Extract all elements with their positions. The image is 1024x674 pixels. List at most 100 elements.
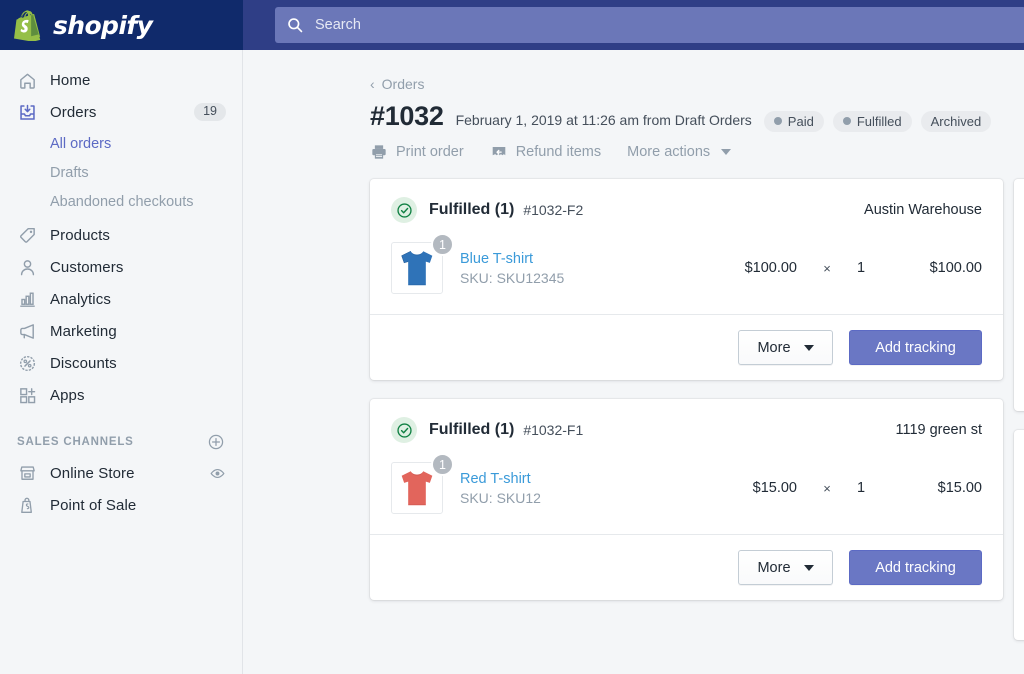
person-icon xyxy=(17,257,37,277)
secondary-column xyxy=(1014,179,1024,659)
percent-badge-icon xyxy=(17,353,37,373)
sidebar-item-abandoned-checkouts[interactable]: Abandoned checkouts xyxy=(0,187,242,216)
search-input[interactable]: Search xyxy=(275,7,1024,43)
chevron-down-icon xyxy=(804,565,814,571)
add-tracking-button[interactable]: Add tracking xyxy=(849,330,982,365)
sidebar-item-marketing[interactable]: Marketing xyxy=(0,315,242,347)
fulfillment-status: Fulfilled (1) xyxy=(429,421,514,439)
breadcrumb-label: Orders xyxy=(382,76,425,92)
brand-logo-area[interactable]: shopify xyxy=(0,0,243,50)
sidebar-item-analytics[interactable]: Analytics xyxy=(0,283,242,315)
add-tracking-button[interactable]: Add tracking xyxy=(849,550,982,585)
fulfillment-header: Fulfilled (1) #1032-F1 1119 green st xyxy=(370,399,1003,456)
more-button-label: More xyxy=(757,340,790,356)
product-name-link[interactable]: Blue T-shirt xyxy=(460,251,702,267)
printer-icon xyxy=(370,143,388,161)
eye-icon[interactable] xyxy=(208,464,226,482)
status-badge-fulfilled: Fulfilled xyxy=(833,111,912,132)
fulfillment-location: 1119 green st xyxy=(895,422,982,438)
apps-grid-icon xyxy=(17,385,37,405)
secondary-card xyxy=(1014,179,1024,411)
line-item: 1 Red T-shirt SKU: SKU12 $15.00 × 1 $15.… xyxy=(370,456,1003,534)
sidebar: Home Orders 19 All orders Drafts Abandon… xyxy=(0,50,243,674)
more-button[interactable]: More xyxy=(738,550,833,585)
unit-price: $100.00 xyxy=(719,260,797,276)
shopify-admin-window: shopify Search Home xyxy=(0,0,1024,674)
storefront-icon xyxy=(17,463,37,483)
megaphone-icon xyxy=(17,321,37,341)
multiply-symbol: × xyxy=(814,481,840,496)
chevron-down-icon xyxy=(721,149,731,155)
home-icon xyxy=(17,70,37,90)
product-sku: SKU: SKU12 xyxy=(460,490,702,506)
sidebar-item-online-store[interactable]: Online Store xyxy=(0,457,242,489)
sales-channels-section-header: SALES CHANNELS xyxy=(0,427,242,457)
fulfillment-footer: More Add tracking xyxy=(370,314,1003,380)
orders-subnav: All orders Drafts Abandoned checkouts xyxy=(0,128,242,219)
sidebar-item-products[interactable]: Products xyxy=(0,219,242,251)
line-item-quantity: 1 xyxy=(857,480,879,496)
status-dot-icon xyxy=(774,117,782,125)
fulfillment-id: #1032-F2 xyxy=(523,202,583,218)
search-placeholder: Search xyxy=(315,17,361,33)
app-body: Home Orders 19 All orders Drafts Abandon… xyxy=(0,50,1024,674)
pos-bag-icon xyxy=(17,495,37,515)
shopify-bag-icon xyxy=(14,10,44,41)
sidebar-item-apps[interactable]: Apps xyxy=(0,379,242,411)
more-button-label: More xyxy=(757,560,790,576)
plus-circle-icon[interactable] xyxy=(207,433,225,451)
product-thumbnail-wrap: 1 xyxy=(391,242,443,294)
sales-channels-title: SALES CHANNELS xyxy=(17,436,207,448)
line-item-quantity: 1 xyxy=(857,260,879,276)
sidebar-item-label: Discounts xyxy=(50,355,226,372)
sidebar-item-orders[interactable]: Orders 19 xyxy=(0,96,242,128)
quantity-badge: 1 xyxy=(431,233,454,256)
line-item-total: $100.00 xyxy=(896,260,982,276)
sidebar-item-label: Home xyxy=(50,72,226,89)
check-circle-icon xyxy=(391,197,417,223)
sidebar-item-home[interactable]: Home xyxy=(0,64,242,96)
line-item: 1 Blue T-shirt SKU: SKU12345 $100.00 × 1… xyxy=(370,236,1003,314)
sidebar-item-all-orders[interactable]: All orders xyxy=(0,129,242,158)
chevron-down-icon xyxy=(804,345,814,351)
search-icon xyxy=(287,17,304,34)
top-bar-right: Search xyxy=(243,0,1024,50)
order-meta: February 1, 2019 at 11:26 am from Draft … xyxy=(456,112,752,128)
more-actions-button[interactable]: More actions xyxy=(627,144,731,160)
sidebar-item-discounts[interactable]: Discounts xyxy=(0,347,242,379)
sidebar-item-customers[interactable]: Customers xyxy=(0,251,242,283)
add-tracking-label: Add tracking xyxy=(875,560,956,576)
print-order-button[interactable]: Print order xyxy=(370,143,464,161)
order-actions-row: Print order Refund items More actions xyxy=(370,143,1024,161)
bar-chart-icon xyxy=(17,289,37,309)
fulfillment-status: Fulfilled (1) xyxy=(429,201,514,219)
print-order-label: Print order xyxy=(396,144,464,160)
fulfillments-column: Fulfilled (1) #1032-F2 Austin Warehouse xyxy=(370,179,1003,619)
add-tracking-label: Add tracking xyxy=(875,340,956,356)
status-badge-archived: Archived xyxy=(921,111,992,132)
orders-inbox-icon xyxy=(17,102,37,122)
status-badge-label: Paid xyxy=(788,114,814,129)
status-badge-label: Archived xyxy=(931,114,982,129)
breadcrumb[interactable]: ‹ Orders xyxy=(370,76,424,92)
product-sku: SKU: SKU12345 xyxy=(460,270,702,286)
refund-items-button[interactable]: Refund items xyxy=(490,143,601,161)
sidebar-item-label: Customers xyxy=(50,259,226,276)
sidebar-item-label: Products xyxy=(50,227,226,244)
check-circle-icon xyxy=(391,417,417,443)
order-status-badges: Paid Fulfilled Archived xyxy=(764,111,991,132)
orders-count-badge: 19 xyxy=(194,103,226,121)
fulfillment-header: Fulfilled (1) #1032-F2 Austin Warehouse xyxy=(370,179,1003,236)
sidebar-item-point-of-sale[interactable]: Point of Sale xyxy=(0,489,242,521)
line-item-info: Red T-shirt SKU: SKU12 xyxy=(460,471,702,506)
more-button[interactable]: More xyxy=(738,330,833,365)
sidebar-item-label: Point of Sale xyxy=(50,497,226,514)
sidebar-item-drafts[interactable]: Drafts xyxy=(0,158,242,187)
top-bar: shopify Search xyxy=(0,0,1024,50)
status-badge-label: Fulfilled xyxy=(857,114,902,129)
sidebar-item-label: Orders xyxy=(50,104,181,121)
order-title-row: #1032 February 1, 2019 at 11:26 am from … xyxy=(370,101,1024,132)
product-name-link[interactable]: Red T-shirt xyxy=(460,471,702,487)
status-dot-icon xyxy=(843,117,851,125)
brand-name: shopify xyxy=(53,11,152,40)
